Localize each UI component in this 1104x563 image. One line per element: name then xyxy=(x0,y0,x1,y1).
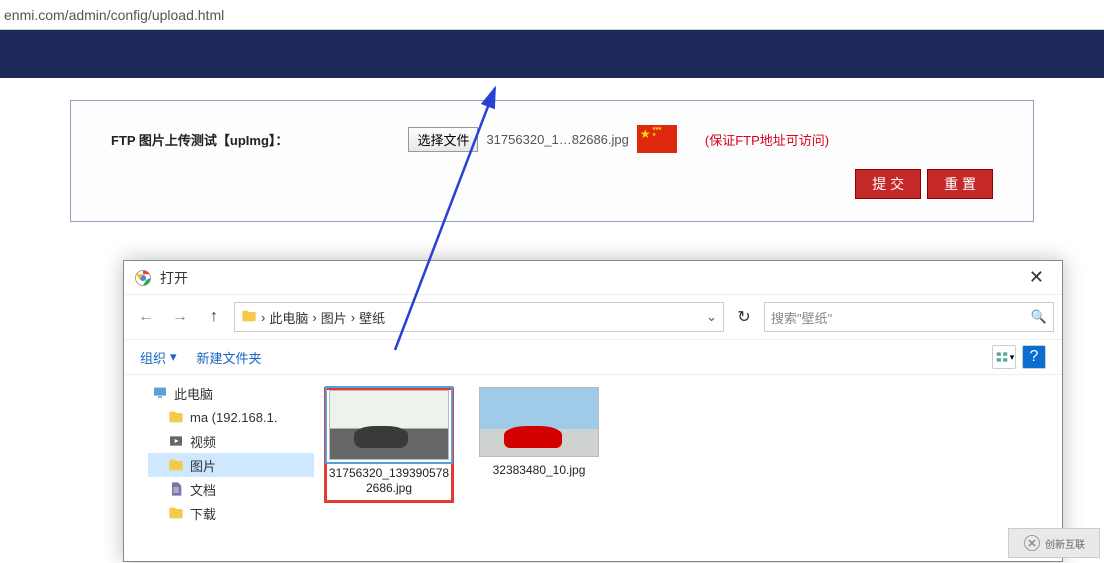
chrome-icon xyxy=(134,269,152,287)
tree-node-ma (192.168.1.[interactable]: ma (192.168.1. xyxy=(148,405,314,429)
selected-filename: 31756320_1…82686.jpg xyxy=(486,132,628,147)
app-header xyxy=(0,30,1104,78)
chevron-down-icon[interactable]: ⌄ xyxy=(706,309,717,325)
dialog-nav-row: ← → ↑ › 此电脑 › 图片 › 壁纸 ⌄ ↻ 搜索"壁纸" 🔍 xyxy=(124,295,1062,339)
crumb-0[interactable]: 此电脑 xyxy=(269,308,308,327)
nav-forward-icon[interactable]: → xyxy=(166,303,194,331)
choose-file-button[interactable]: 选择文件 xyxy=(408,127,478,152)
tree-node-此电脑[interactable]: 此电脑 xyxy=(148,381,314,405)
file-name: 31756320_1393905782686.jpg xyxy=(327,466,451,496)
dialog-body: 此电脑 ma (192.168.1. 视频图片文档下载 31756320_13939… xyxy=(124,375,1062,563)
crumb-sep: › xyxy=(261,310,265,325)
tree-label: 下载 xyxy=(190,504,216,523)
page-url: enmi.com/admin/config/upload.html xyxy=(4,7,224,23)
form-row: FTP 图片上传测试【upImg】： 选择文件 31756320_1…82686… xyxy=(71,101,1033,163)
folder-icon xyxy=(168,409,184,425)
view-mode-icon[interactable]: ▾ xyxy=(992,345,1016,369)
file-grid: 31756320_1393905782686.jpg 32383480_10.jp… xyxy=(314,375,1062,563)
help-icon[interactable]: ? xyxy=(1022,345,1046,369)
refresh-icon[interactable]: ↻ xyxy=(730,303,758,331)
folder-icon xyxy=(241,308,257,327)
video-icon xyxy=(168,433,184,449)
folder-icon xyxy=(168,457,184,473)
upload-label: FTP 图片上传测试【upImg】： xyxy=(111,130,288,149)
dialog-toolbar: 组织 ▾ 新建文件夹 ▾ ? xyxy=(124,339,1062,375)
content-area: FTP 图片上传测试【upImg】： 选择文件 31756320_1…82686… xyxy=(0,80,1104,262)
dialog-titlebar[interactable]: 打开 ✕ xyxy=(124,261,1062,295)
search-input[interactable]: 搜索"壁纸" 🔍 xyxy=(764,302,1054,332)
doc-icon xyxy=(168,481,184,497)
file-item[interactable]: 31756320_1393905782686.jpg xyxy=(324,387,454,503)
tree-node-文档[interactable]: 文档 xyxy=(148,477,314,501)
tree-label: 文档 xyxy=(190,480,216,499)
file-name: 32383480_10.jpg xyxy=(474,463,604,478)
folder-icon xyxy=(168,505,184,521)
button-row: 提 交 重 置 xyxy=(71,163,1033,221)
tree-node-视频[interactable]: 视频 xyxy=(148,429,314,453)
crumb-2[interactable]: 壁纸 xyxy=(359,308,385,327)
tree-label: 图片 xyxy=(190,456,216,475)
tree-label: ma (192.168.1. xyxy=(190,410,277,425)
reset-button[interactable]: 重 置 xyxy=(927,169,993,199)
tree-label: 此电脑 xyxy=(174,384,213,403)
crumb-1[interactable]: 图片 xyxy=(321,308,347,327)
pc-icon xyxy=(152,385,168,401)
close-icon[interactable]: ✕ xyxy=(1021,265,1052,290)
folder-tree: 此电脑 ma (192.168.1. 视频图片文档下载 xyxy=(124,375,314,563)
tree-node-图片[interactable]: 图片 xyxy=(148,453,314,477)
ftp-hint: (保证FTP地址可访问) xyxy=(705,130,829,149)
organize-menu[interactable]: 组织 ▾ xyxy=(140,348,177,367)
tree-label: 视频 xyxy=(190,432,216,451)
file-open-dialog: 打开 ✕ ← → ↑ › 此电脑 › 图片 › 壁纸 ⌄ ↻ 搜索"壁纸" 🔍 … xyxy=(123,260,1063,562)
nav-up-icon[interactable]: ↑ xyxy=(200,303,228,331)
submit-button[interactable]: 提 交 xyxy=(855,169,921,199)
flag-icon xyxy=(637,125,677,153)
dialog-title-text: 打开 xyxy=(160,268,188,288)
new-folder-button[interactable]: 新建文件夹 xyxy=(197,348,262,367)
nav-back-icon[interactable]: ← xyxy=(132,303,160,331)
file-item[interactable]: 32383480_10.jpg xyxy=(474,387,604,478)
chevron-down-icon: ▾ xyxy=(170,349,177,365)
search-icon: 🔍 xyxy=(1031,309,1047,325)
tree-node-下载[interactable]: 下载 xyxy=(148,501,314,525)
crumb-sep: › xyxy=(351,310,355,325)
breadcrumb[interactable]: › 此电脑 › 图片 › 壁纸 ⌄ xyxy=(234,302,724,332)
upload-form-panel: FTP 图片上传测试【upImg】： 选择文件 31756320_1…82686… xyxy=(70,100,1034,222)
file-thumbnail xyxy=(329,390,449,460)
address-bar[interactable]: enmi.com/admin/config/upload.html xyxy=(0,0,1104,30)
search-placeholder: 搜索"壁纸" xyxy=(771,308,832,327)
file-thumbnail xyxy=(479,387,599,457)
crumb-sep: › xyxy=(312,310,316,325)
watermark: 创新互联 xyxy=(1008,528,1100,558)
